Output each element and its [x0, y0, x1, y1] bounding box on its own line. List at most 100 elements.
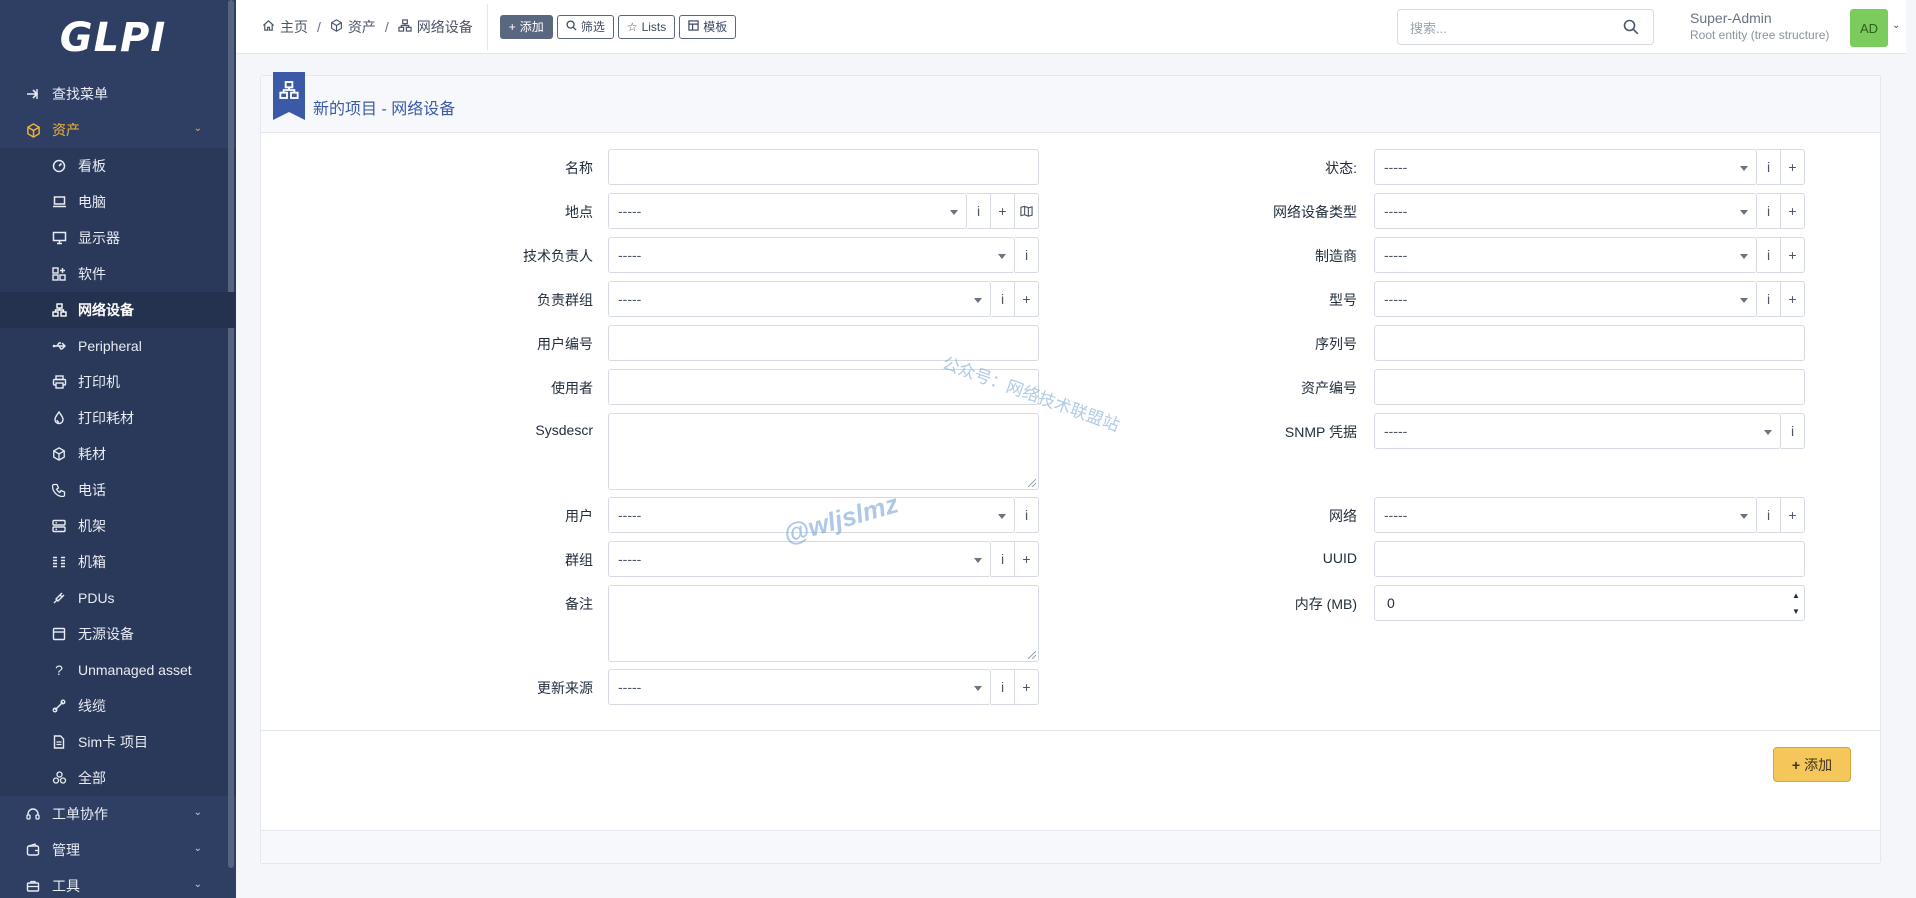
- status-add-button[interactable]: +: [1781, 149, 1805, 185]
- sidebar-item-printers[interactable]: 打印机: [0, 364, 236, 400]
- group-in-charge-select[interactable]: -----: [608, 281, 991, 317]
- manufacturer-select[interactable]: -----: [1374, 237, 1757, 273]
- sidebar-item-label: Sim卡 项目: [78, 734, 148, 750]
- number-spinner[interactable]: ▲ ▼: [1789, 587, 1803, 619]
- network-select[interactable]: -----: [1374, 497, 1757, 533]
- global-search-input[interactable]: 搜索...: [1397, 9, 1654, 45]
- location-info-button[interactable]: i: [967, 193, 991, 229]
- manufacturer-info-button[interactable]: i: [1757, 237, 1781, 273]
- sidebar-item-simcards[interactable]: Sim卡 项目: [0, 724, 236, 760]
- status-info-button[interactable]: i: [1757, 149, 1781, 185]
- network-info-button[interactable]: i: [1757, 497, 1781, 533]
- sidebar-item-unmanaged-asset[interactable]: ? Unmanaged asset: [0, 652, 236, 688]
- sidebar-item-cartridges[interactable]: 打印耗材: [0, 400, 236, 436]
- templates-button-label: 模板: [703, 20, 728, 34]
- user-info-button[interactable]: i: [1015, 497, 1039, 533]
- sidebar-item-monitors[interactable]: 显示器: [0, 220, 236, 256]
- snmp-credential-info-button[interactable]: i: [1781, 413, 1805, 449]
- comment-textarea[interactable]: [608, 585, 1039, 662]
- filter-button[interactable]: 筛选: [556, 14, 614, 39]
- glpi-logo[interactable]: GLPI: [0, 0, 236, 76]
- update-source-info-button[interactable]: i: [991, 669, 1015, 705]
- uuid-input[interactable]: [1374, 541, 1805, 577]
- group-info-button[interactable]: i: [991, 541, 1015, 577]
- group-add-button[interactable]: +: [1015, 541, 1039, 577]
- chevron-down-icon: ⌄: [193, 843, 202, 854]
- lists-button[interactable]: ☆ Lists: [617, 14, 676, 39]
- sidebar-item-consumables[interactable]: 耗材: [0, 436, 236, 472]
- sidebar-item-enclosures[interactable]: 机箱: [0, 544, 236, 580]
- type-info-button[interactable]: i: [1757, 193, 1781, 229]
- name-label: 名称: [565, 160, 593, 176]
- type-add-button[interactable]: +: [1781, 193, 1805, 229]
- sidebar-section-tools[interactable]: 工具 ⌄: [0, 868, 236, 898]
- manufacturer-add-button[interactable]: +: [1781, 237, 1805, 273]
- sidebar-item-network-devices[interactable]: 网络设备: [0, 292, 236, 328]
- breadcrumb-assets[interactable]: 资产: [330, 17, 376, 37]
- sidebar-item-phones[interactable]: 电话: [0, 472, 236, 508]
- plug-icon: [50, 589, 68, 607]
- spin-up-icon[interactable]: ▲: [1792, 591, 1800, 600]
- model-value: -----: [1384, 291, 1408, 307]
- printer-icon: [50, 373, 68, 391]
- status-select[interactable]: -----: [1374, 149, 1757, 185]
- breadcrumb: 主页 / 资产 / 网络设备: [236, 17, 473, 37]
- sidebar-item-cables[interactable]: 线缆: [0, 688, 236, 724]
- update-source-select[interactable]: -----: [608, 669, 991, 705]
- update-source-add-button[interactable]: +: [1015, 669, 1039, 705]
- tech-in-charge-select[interactable]: -----: [608, 237, 1015, 273]
- avatar[interactable]: AD: [1850, 9, 1888, 47]
- group-value: -----: [618, 551, 642, 567]
- chevron-down-icon[interactable]: ⌄: [1892, 20, 1900, 31]
- model-info-button[interactable]: i: [1757, 281, 1781, 317]
- serial-input[interactable]: [1374, 325, 1805, 361]
- sidebar-item-all[interactable]: 全部: [0, 760, 236, 796]
- snmp-credential-select[interactable]: -----: [1374, 413, 1781, 449]
- sidebar-item-dashboard[interactable]: 看板: [0, 148, 236, 184]
- sidebar-section-assistance[interactable]: 工单协作 ⌄: [0, 796, 236, 832]
- breadcrumb-network-devices[interactable]: 网络设备: [398, 17, 473, 37]
- monitor-icon: [50, 229, 68, 247]
- type-select[interactable]: -----: [1374, 193, 1757, 229]
- tech-in-charge-info-button[interactable]: i: [1015, 237, 1039, 273]
- manufacturer-value: -----: [1384, 247, 1408, 263]
- sidebar-item-racks[interactable]: 机架: [0, 508, 236, 544]
- model-add-button[interactable]: +: [1781, 281, 1805, 317]
- sidebar-section-label: 工单协作: [52, 806, 108, 822]
- group-in-charge-add-button[interactable]: +: [1015, 281, 1039, 317]
- user-number-input[interactable]: [608, 325, 1039, 361]
- search-placeholder: 搜索...: [1410, 20, 1447, 36]
- map-icon[interactable]: [1015, 193, 1039, 229]
- search-icon[interactable]: [1623, 19, 1639, 35]
- location-value: -----: [618, 203, 642, 219]
- sidebar-item-computers[interactable]: 电脑: [0, 184, 236, 220]
- sidebar-section-assets-label: 资产: [52, 122, 80, 138]
- group-in-charge-info-button[interactable]: i: [991, 281, 1015, 317]
- sidebar-section-management[interactable]: 管理 ⌄: [0, 832, 236, 868]
- add-button[interactable]: + 添加: [499, 14, 553, 39]
- spin-down-icon[interactable]: ▼: [1792, 607, 1800, 616]
- sidebar-item-passive-devices[interactable]: 无源设备: [0, 616, 236, 652]
- sidebar-find-menu[interactable]: 查找菜单: [0, 76, 236, 112]
- sidebar-item-peripheral[interactable]: Peripheral: [0, 328, 236, 364]
- memory-input[interactable]: 0 ▲ ▼: [1374, 585, 1805, 621]
- breadcrumb-separator: /: [317, 18, 321, 35]
- submit-add-button[interactable]: + 添加: [1773, 747, 1851, 782]
- name-input[interactable]: [608, 149, 1039, 185]
- templates-button[interactable]: 模板: [679, 14, 737, 39]
- location-select[interactable]: -----: [608, 193, 967, 229]
- user-menu[interactable]: Super-Admin Root entity (tree structure): [1690, 10, 1829, 44]
- sysdescr-textarea[interactable]: [608, 413, 1039, 490]
- sidebar-item-software[interactable]: 软件: [0, 256, 236, 292]
- breadcrumb-home[interactable]: 主页: [262, 17, 308, 37]
- network-icon: [398, 18, 412, 35]
- simcard-icon: [50, 733, 68, 751]
- plus-icon: +: [1791, 756, 1801, 773]
- model-select[interactable]: -----: [1374, 281, 1757, 317]
- network-add-button[interactable]: +: [1781, 497, 1805, 533]
- sidebar-section-assets[interactable]: 资产 ⌄: [0, 112, 236, 148]
- inventory-number-input[interactable]: [1374, 369, 1805, 405]
- network-device-flag-icon: [273, 72, 305, 120]
- location-add-button[interactable]: +: [991, 193, 1015, 229]
- sidebar-item-pdus[interactable]: PDUs: [0, 580, 236, 616]
